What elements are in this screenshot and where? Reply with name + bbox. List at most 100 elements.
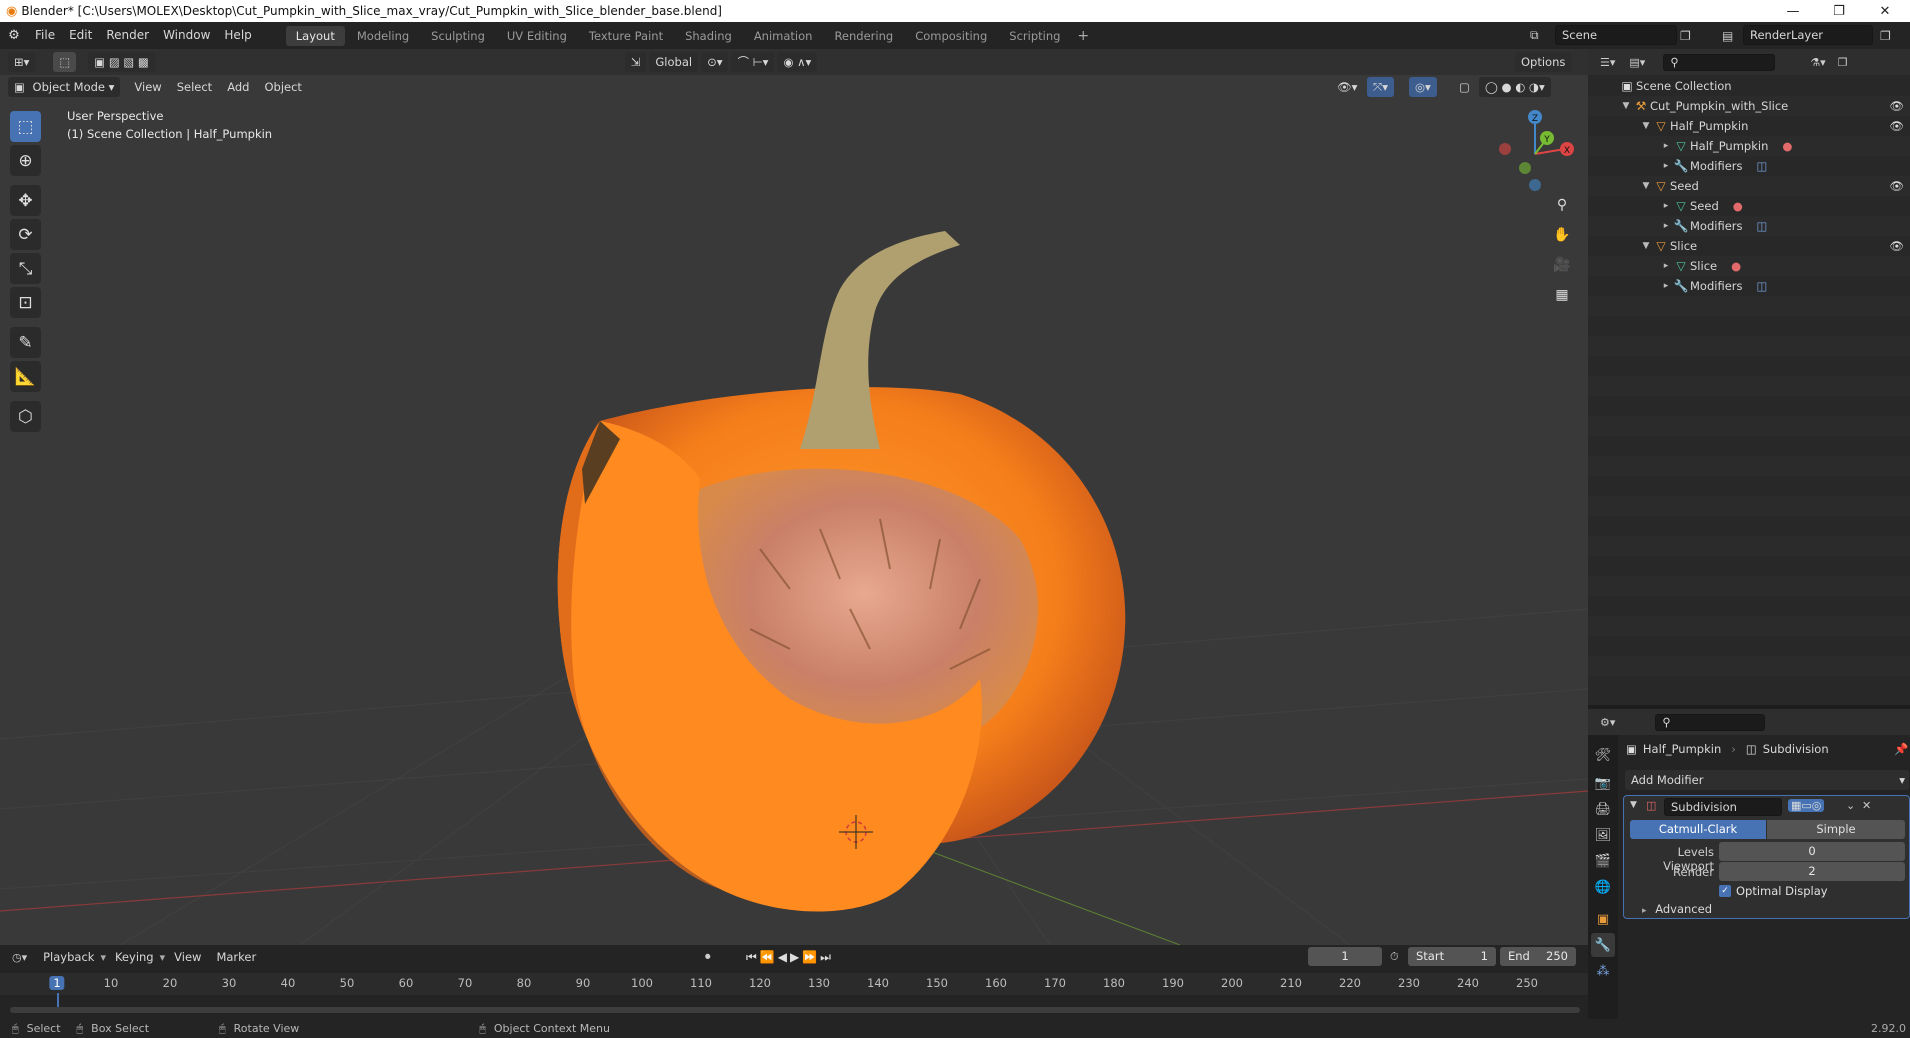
properties-editor-icon[interactable]: ⚙▾	[1600, 716, 1615, 729]
modifier-name-field[interactable]: Subdivision	[1664, 798, 1782, 816]
perspective-grid-icon[interactable]: ▦	[1549, 282, 1575, 308]
menu-help[interactable]: Help	[217, 22, 258, 49]
menu-render[interactable]: Render	[99, 22, 156, 49]
render-levels-field[interactable]: 2	[1719, 862, 1905, 881]
properties-search-input[interactable]: ⚲	[1655, 713, 1766, 731]
outliner-row-mesh[interactable]: ▸ ▽ Half_Pumpkin ●	[1588, 136, 1910, 156]
tab-uv-editing[interactable]: UV Editing	[497, 26, 577, 46]
modifier-delete-icon[interactable]: ✕	[1862, 799, 1871, 812]
tab-scripting[interactable]: Scripting	[999, 26, 1070, 46]
filter-icon[interactable]: ⚗▾	[1810, 56, 1825, 69]
eye-icon[interactable]: 👁	[1889, 179, 1904, 193]
scale-tool[interactable]: ⤡	[10, 253, 41, 284]
rotate-tool[interactable]: ⟳	[10, 219, 41, 250]
add-workspace-icon[interactable]: +	[1077, 28, 1089, 44]
eye-icon[interactable]: 👁	[1889, 99, 1904, 113]
collapse-icon[interactable]: ▼	[1630, 800, 1637, 810]
maximize-button[interactable]: ❐	[1816, 0, 1862, 22]
menu-file[interactable]: File	[28, 22, 62, 49]
timeline-scrollbar[interactable]	[10, 1007, 1580, 1013]
optimal-display-checkbox[interactable]: ✓ Optimal Display	[1719, 884, 1828, 898]
menu-window[interactable]: Window	[156, 22, 217, 49]
expand-icon[interactable]: ▸	[1660, 281, 1672, 291]
tab-rendering[interactable]: Rendering	[824, 26, 903, 46]
tab-shading[interactable]: Shading	[675, 26, 742, 46]
outliner-row-modifiers[interactable]: ▸ 🔧 Modifiers ◫	[1588, 216, 1910, 236]
menu-edit[interactable]: Edit	[62, 22, 99, 49]
tab-animation[interactable]: Animation	[744, 26, 823, 46]
simple-button[interactable]: Simple	[1767, 820, 1905, 839]
outliner-row-scene-collection[interactable]: ▣ Scene Collection	[1588, 76, 1910, 96]
camera-icon[interactable]: 🎥	[1549, 252, 1575, 278]
advanced-subpanel[interactable]: ▸ Advanced	[1642, 902, 1712, 916]
pin-icon[interactable]: 📌	[1894, 742, 1908, 756]
add-modifier-dropdown[interactable]: Add Modifier ▾	[1625, 770, 1909, 790]
outliner-label: Slice	[1690, 259, 1718, 273]
minimize-button[interactable]: —	[1770, 0, 1816, 22]
tab-compositing[interactable]: Compositing	[905, 26, 997, 46]
move-tool[interactable]: ✥	[10, 185, 41, 216]
outliner-editor-icon[interactable]: ☰▾	[1600, 56, 1615, 69]
expand-icon[interactable]: ▼	[1620, 101, 1632, 111]
tab-layout[interactable]: Layout	[285, 25, 345, 46]
outliner-row-object[interactable]: ▼ ▽ Slice 👁	[1588, 236, 1910, 256]
new-view-layer-icon[interactable]: ❐	[1880, 29, 1891, 43]
world-tab-icon[interactable]: 🌐	[1591, 875, 1615, 899]
render-tab-icon[interactable]: 📷	[1591, 771, 1615, 795]
outliner-row-object[interactable]: ▼ ▽ Seed 👁	[1588, 176, 1910, 196]
outliner-search-input[interactable]: ⚲	[1663, 53, 1776, 71]
outliner-row-object[interactable]: ▼ ▽ Half_Pumpkin 👁	[1588, 116, 1910, 136]
zoom-icon[interactable]: ⚲	[1549, 192, 1575, 218]
transform-tool[interactable]: ⊡	[10, 287, 41, 318]
expand-icon[interactable]: ▸	[1660, 261, 1672, 271]
particles-tab-icon[interactable]: ⁂	[1591, 959, 1615, 983]
modifier-menu-icon[interactable]: ⌄	[1846, 799, 1855, 812]
outliner-label: Modifiers	[1690, 219, 1743, 233]
output-tab-icon[interactable]: 🖨	[1591, 797, 1615, 821]
modifier-tab-icon[interactable]: 🔧	[1591, 933, 1615, 957]
new-scene-icon[interactable]: ❐	[1680, 29, 1691, 43]
levels-viewport-field[interactable]: 0	[1719, 842, 1905, 861]
catmull-clark-button[interactable]: Catmull-Clark	[1630, 820, 1766, 839]
scene-name-field[interactable]: Scene	[1555, 25, 1677, 45]
cursor-tool[interactable]: ⊕	[10, 145, 41, 176]
add-cube-tool[interactable]: ⬡	[10, 401, 41, 432]
annotate-tool[interactable]: ✎	[10, 327, 41, 358]
display-mode-icon[interactable]: ▤▾	[1629, 56, 1645, 69]
outliner-row-collection[interactable]: ▼ ⚒ Cut_Pumpkin_with_Slice 👁	[1588, 96, 1910, 116]
scene-icon[interactable]: ⧉	[1530, 28, 1539, 43]
expand-icon[interactable]: ▸	[1660, 141, 1672, 151]
3d-viewport[interactable]: ⊞▾ ⬚ ▣ ▨ ▧ ▩ ⇲ Global ⊙▾ ⌒ ⊢▾ ◉ ∧▾ Optio…	[0, 49, 1588, 945]
view-layer-tab-icon[interactable]: 🖼	[1591, 823, 1615, 847]
outliner-row-modifiers[interactable]: ▸ 🔧 Modifiers ◫	[1588, 156, 1910, 176]
expand-icon[interactable]: ▼	[1640, 241, 1652, 251]
frame-tick: 10	[103, 976, 119, 990]
modifier-visibility-icons[interactable]: ▦▭◎	[1788, 799, 1825, 812]
object-tab-icon[interactable]: ▣	[1591, 907, 1615, 931]
blender-menu-icon[interactable]: ⚙	[0, 28, 28, 43]
new-collection-icon[interactable]: ❐	[1838, 56, 1848, 69]
outliner-row-mesh[interactable]: ▸ ▽ Seed ●	[1588, 196, 1910, 216]
select-box-tool[interactable]: ⬚	[10, 111, 41, 142]
close-window-button[interactable]: ✕	[1862, 0, 1908, 22]
pan-hand-icon[interactable]: ✋	[1549, 222, 1575, 248]
navigation-gizmo[interactable]: X Z Y	[1490, 109, 1580, 199]
tab-texture-paint[interactable]: Texture Paint	[579, 26, 673, 46]
outliner-row-modifiers[interactable]: ▸ 🔧 Modifiers ◫	[1588, 276, 1910, 296]
render-layer-icon[interactable]: ▤	[1722, 29, 1733, 43]
tab-sculpting[interactable]: Sculpting	[421, 26, 495, 46]
expand-icon[interactable]: ▼	[1640, 181, 1652, 191]
measure-tool[interactable]: 📐	[10, 361, 41, 392]
eye-icon[interactable]: 👁	[1889, 239, 1904, 253]
scene-tab-icon[interactable]: 🎬	[1591, 849, 1615, 873]
viewport-overlay-title: User Perspective	[67, 109, 164, 123]
outliner-row-mesh[interactable]: ▸ ▽ Slice ●	[1588, 256, 1910, 276]
expand-icon[interactable]: ▸	[1660, 201, 1672, 211]
render-layer-field[interactable]: RenderLayer	[1743, 25, 1873, 45]
tab-modeling[interactable]: Modeling	[347, 26, 419, 46]
tool-tab-icon[interactable]: 🛠	[1591, 743, 1615, 767]
expand-icon[interactable]: ▸	[1660, 161, 1672, 171]
eye-icon[interactable]: 👁	[1889, 119, 1904, 133]
expand-icon[interactable]: ▼	[1640, 121, 1652, 131]
expand-icon[interactable]: ▸	[1660, 221, 1672, 231]
